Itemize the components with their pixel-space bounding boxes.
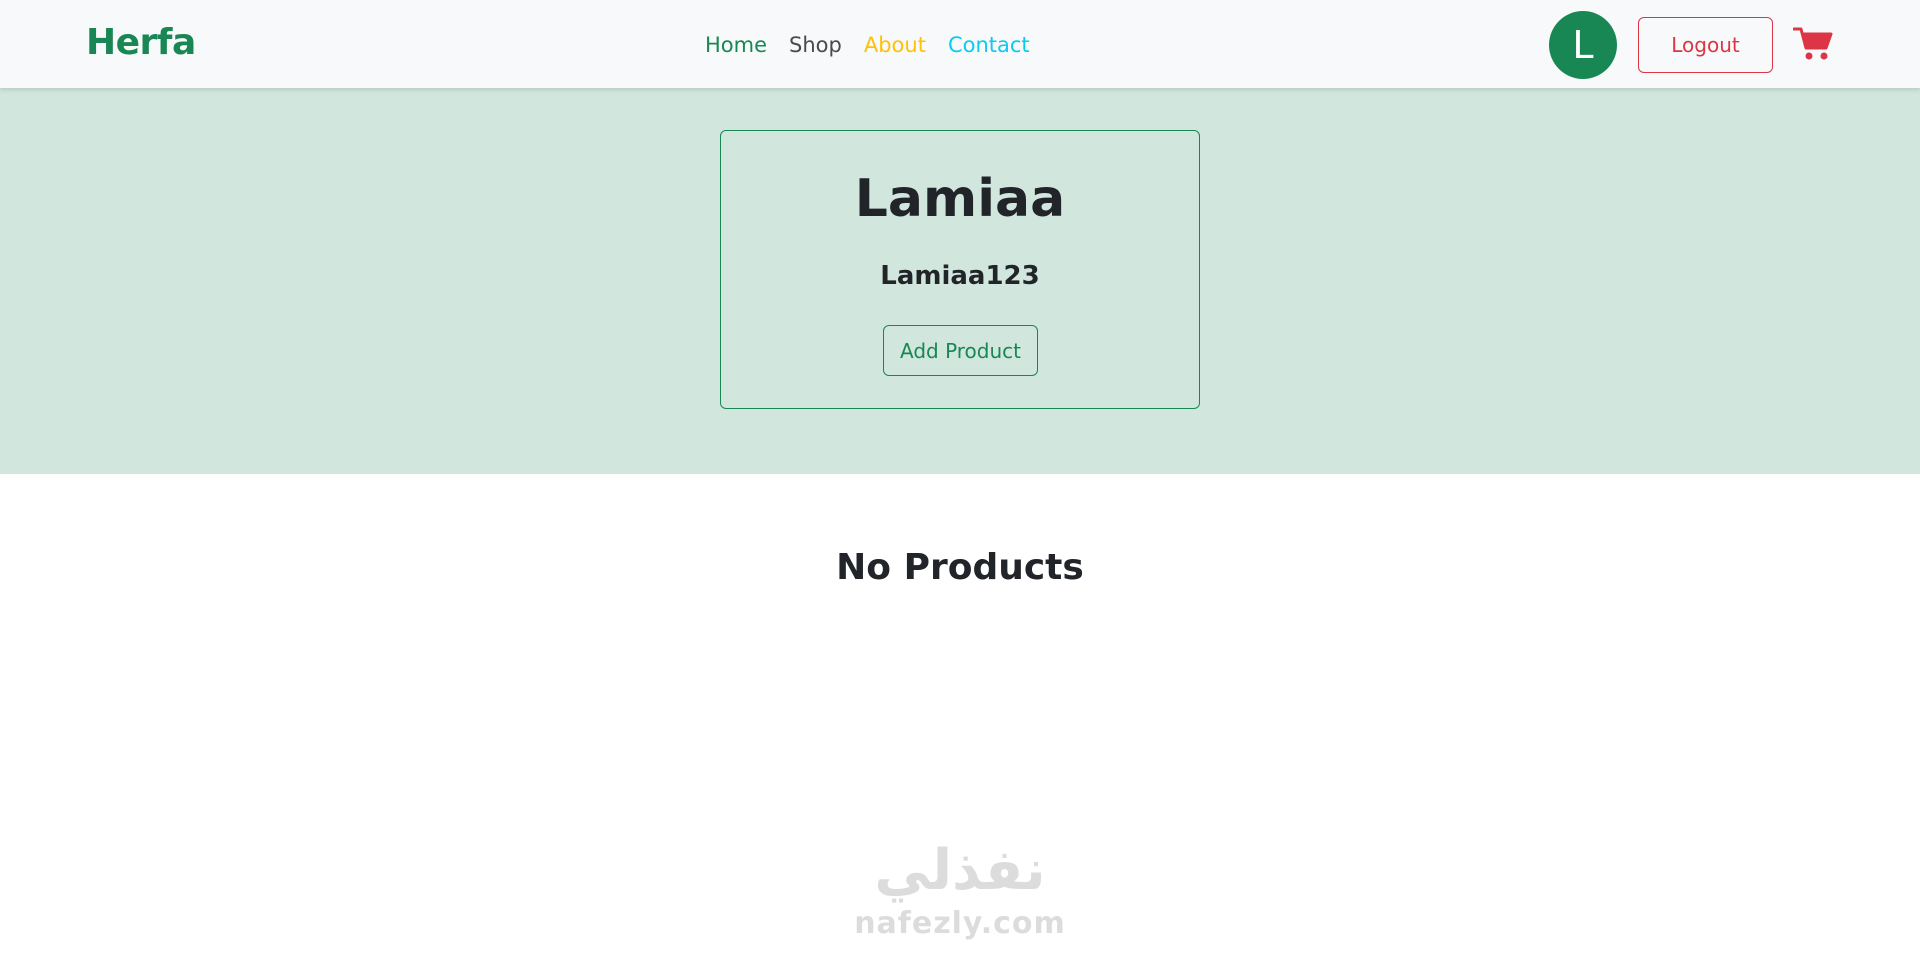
nav-link-about[interactable]: About	[864, 31, 926, 59]
profile-card: Lamiaa Lamiaa123 Add Product	[720, 130, 1200, 409]
navbar: Herfa Home Shop About Contact L Logout	[0, 0, 1920, 88]
nav-link-contact[interactable]: Contact	[948, 31, 1030, 59]
nav-links: Home Shop About Contact	[705, 31, 1030, 59]
watermark-arabic: نفذلي	[874, 838, 1046, 903]
profile-username: Lamiaa123	[880, 261, 1040, 291]
add-product-button[interactable]: Add Product	[883, 325, 1038, 376]
watermark-latin: nafezly.com	[854, 906, 1066, 941]
shopping-cart-icon[interactable]	[1793, 26, 1833, 62]
brand-logo[interactable]: Herfa	[86, 22, 196, 63]
profile-hero: Lamiaa Lamiaa123 Add Product	[0, 88, 1920, 474]
watermark-logo: نفذلي nafezly.com	[850, 836, 1070, 954]
nav-link-home[interactable]: Home	[705, 31, 767, 59]
nav-link-shop[interactable]: Shop	[789, 31, 842, 59]
user-avatar[interactable]: L	[1549, 11, 1617, 79]
profile-name: Lamiaa	[854, 169, 1066, 229]
no-products-message: No Products	[836, 547, 1084, 588]
logout-button[interactable]: Logout	[1638, 17, 1773, 73]
